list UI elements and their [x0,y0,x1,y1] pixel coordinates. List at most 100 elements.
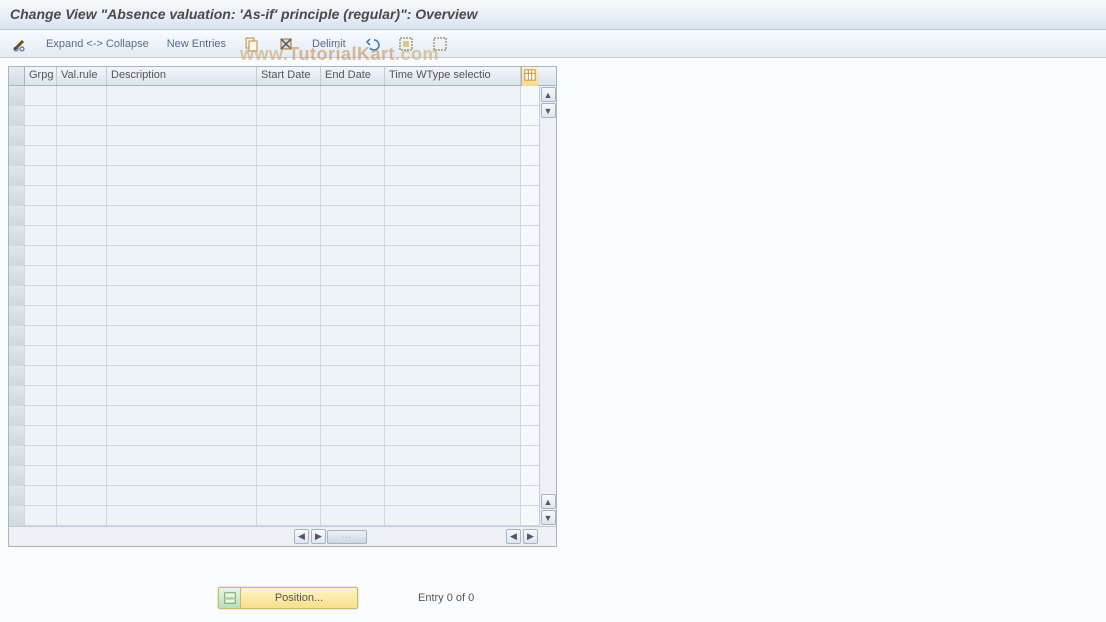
row-selector[interactable] [9,346,25,365]
grid-col-time[interactable]: Time WType selectio [385,67,521,85]
row-selector[interactable] [9,186,25,205]
cell-time[interactable] [385,306,521,325]
cell-end[interactable] [321,446,385,465]
cell-rule[interactable] [57,226,107,245]
select-all-button[interactable] [392,34,420,54]
cell-start[interactable] [257,326,321,345]
cell-start[interactable] [257,86,321,105]
cell-desc[interactable] [107,306,257,325]
cell-grpg[interactable] [25,166,57,185]
cell-start[interactable] [257,266,321,285]
cell-grpg[interactable] [25,106,57,125]
cell-rule[interactable] [57,126,107,145]
cell-desc[interactable] [107,506,257,525]
table-row[interactable] [9,346,556,366]
cell-rule[interactable] [57,106,107,125]
cell-start[interactable] [257,406,321,425]
scroll-down-button[interactable]: ▼ [541,510,556,525]
cell-end[interactable] [321,426,385,445]
table-row[interactable] [9,506,556,526]
table-row[interactable] [9,286,556,306]
cell-rule[interactable] [57,206,107,225]
table-row[interactable] [9,386,556,406]
row-selector[interactable] [9,426,25,445]
table-row[interactable] [9,206,556,226]
cell-desc[interactable] [107,386,257,405]
table-row[interactable] [9,126,556,146]
cell-end[interactable] [321,86,385,105]
cell-rule[interactable] [57,266,107,285]
table-row[interactable] [9,246,556,266]
cell-grpg[interactable] [25,446,57,465]
cell-time[interactable] [385,86,521,105]
toggle-display-change-button[interactable] [6,34,34,54]
table-row[interactable] [9,306,556,326]
cell-end[interactable] [321,186,385,205]
row-selector[interactable] [9,326,25,345]
table-row[interactable] [9,326,556,346]
cell-grpg[interactable] [25,86,57,105]
cell-grpg[interactable] [25,306,57,325]
cell-grpg[interactable] [25,466,57,485]
cell-time[interactable] [385,386,521,405]
row-selector[interactable] [9,386,25,405]
cell-grpg[interactable] [25,286,57,305]
cell-end[interactable] [321,346,385,365]
row-selector[interactable] [9,226,25,245]
delimit-button[interactable]: Delimit [306,36,352,52]
cell-end[interactable] [321,286,385,305]
cell-desc[interactable] [107,166,257,185]
cell-desc[interactable] [107,466,257,485]
cell-desc[interactable] [107,426,257,445]
cell-rule[interactable] [57,466,107,485]
cell-grpg[interactable] [25,246,57,265]
row-selector[interactable] [9,446,25,465]
table-row[interactable] [9,186,556,206]
row-selector[interactable] [9,266,25,285]
cell-time[interactable] [385,366,521,385]
cell-time[interactable] [385,406,521,425]
cell-start[interactable] [257,466,321,485]
cell-rule[interactable] [57,166,107,185]
cell-rule[interactable] [57,186,107,205]
position-button[interactable]: Position... [218,587,358,609]
cell-grpg[interactable] [25,126,57,145]
undo-button[interactable] [358,34,386,54]
cell-rule[interactable] [57,366,107,385]
cell-start[interactable] [257,226,321,245]
row-selector[interactable] [9,506,25,525]
row-selector[interactable] [9,366,25,385]
cell-start[interactable] [257,206,321,225]
cell-start[interactable] [257,186,321,205]
cell-start[interactable] [257,366,321,385]
cell-time[interactable] [385,166,521,185]
row-selector[interactable] [9,126,25,145]
delete-button[interactable] [272,34,300,54]
cell-time[interactable] [385,346,521,365]
grid-col-desc[interactable]: Description [107,67,257,85]
cell-start[interactable] [257,346,321,365]
cell-rule[interactable] [57,286,107,305]
cell-grpg[interactable] [25,506,57,525]
cell-end[interactable] [321,326,385,345]
expand-collapse-button[interactable]: Expand <-> Collapse [40,36,155,52]
table-row[interactable] [9,486,556,506]
cell-grpg[interactable] [25,226,57,245]
cell-desc[interactable] [107,86,257,105]
cell-start[interactable] [257,286,321,305]
cell-rule[interactable] [57,506,107,525]
table-row[interactable] [9,446,556,466]
cell-time[interactable] [385,426,521,445]
cell-start[interactable] [257,166,321,185]
cell-grpg[interactable] [25,346,57,365]
cell-desc[interactable] [107,226,257,245]
cell-desc[interactable] [107,286,257,305]
cell-end[interactable] [321,466,385,485]
cell-desc[interactable] [107,406,257,425]
scroll-right-step-button[interactable]: ▶ [311,529,326,544]
cell-time[interactable] [385,326,521,345]
row-selector[interactable] [9,206,25,225]
cell-grpg[interactable] [25,326,57,345]
cell-grpg[interactable] [25,186,57,205]
deselect-all-button[interactable] [426,34,454,54]
